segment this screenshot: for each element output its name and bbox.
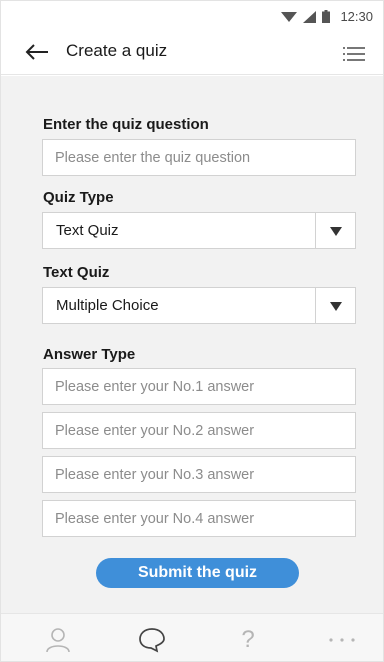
- answer-1-input[interactable]: [43, 369, 355, 404]
- select-divider: [315, 288, 316, 323]
- wifi-icon: [281, 11, 298, 22]
- chat-bubble-icon: [139, 628, 165, 653]
- submit-quiz-button[interactable]: Submit the quiz: [96, 558, 299, 588]
- battery-icon: [322, 10, 331, 23]
- signal-icon: [303, 10, 317, 23]
- quiz-type-value: Text Quiz: [56, 222, 119, 239]
- answer-4-input[interactable]: [43, 501, 355, 536]
- answer-field-box: [42, 456, 356, 493]
- quiz-type-select[interactable]: Text Quiz: [42, 212, 356, 249]
- status-bar: 12:30: [1, 1, 383, 29]
- text-quiz-select[interactable]: Multiple Choice: [42, 287, 356, 324]
- status-icons: 12:30: [281, 9, 373, 24]
- nav-help[interactable]: ?: [233, 626, 263, 654]
- phone-screen: 12:30 Create a quiz Enter the quiz quest…: [0, 0, 384, 662]
- caret-down-icon: [330, 227, 342, 236]
- more-icon: [329, 638, 355, 642]
- answer-field-box: [42, 500, 356, 537]
- person-icon: [46, 628, 70, 653]
- question-input[interactable]: [43, 140, 355, 175]
- caret-down-icon: [330, 302, 342, 311]
- bottom-nav: ?: [1, 613, 383, 661]
- arrow-left-icon[interactable]: [25, 42, 49, 62]
- list-menu-icon[interactable]: [343, 46, 365, 62]
- select-divider: [315, 213, 316, 248]
- answer-type-label: Answer Type: [43, 346, 136, 363]
- quiz-form: Enter the quiz question Quiz Type Text Q…: [1, 76, 383, 613]
- nav-more[interactable]: [327, 626, 357, 654]
- question-label: Enter the quiz question: [43, 116, 209, 133]
- text-quiz-value: Multiple Choice: [56, 297, 159, 314]
- answer-3-input[interactable]: [43, 457, 355, 492]
- answer-field-box: [42, 412, 356, 449]
- answer-2-input[interactable]: [43, 413, 355, 448]
- app-bar: Create a quiz: [1, 29, 383, 75]
- nav-profile[interactable]: [43, 626, 73, 654]
- text-quiz-label: Text Quiz: [43, 264, 110, 281]
- nav-chat[interactable]: [137, 626, 167, 654]
- answer-field-box: [42, 368, 356, 405]
- help-icon: ?: [241, 626, 255, 653]
- status-time: 12:30: [340, 9, 373, 24]
- page-title: Create a quiz: [66, 41, 168, 60]
- quiz-type-label: Quiz Type: [43, 189, 114, 206]
- question-field-box: [42, 139, 356, 176]
